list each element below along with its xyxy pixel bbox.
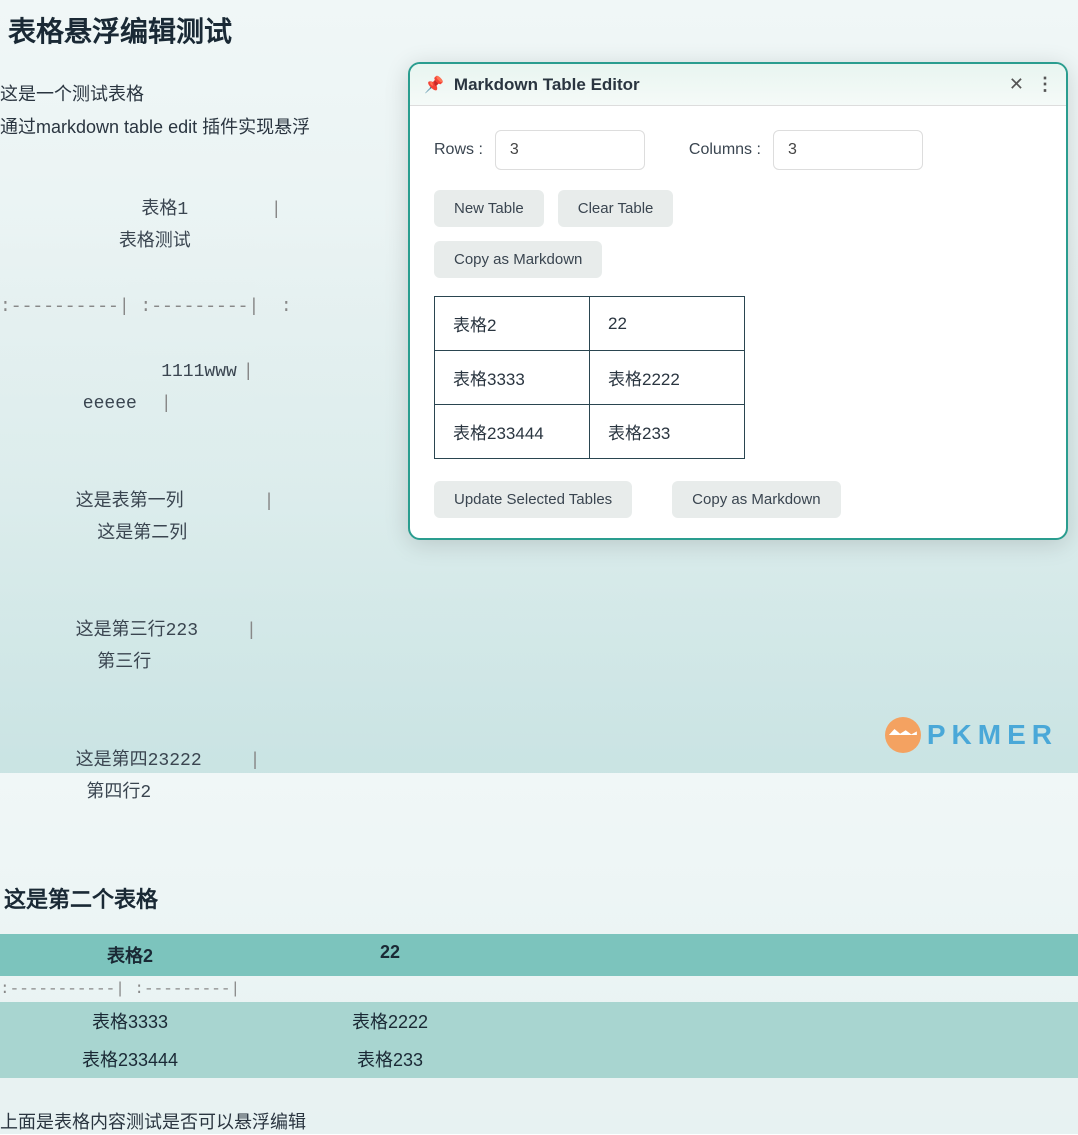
md-table1-cell: eeeee: [65, 388, 155, 420]
editor-cell[interactable]: 表格2: [435, 297, 590, 351]
pkmer-logo-icon: [885, 717, 921, 753]
pkmer-logo: PKMER: [885, 717, 1058, 753]
md-table1-cell: 这是第三行223: [76, 621, 198, 641]
footer-text: 上面是表格内容测试是否可以悬浮编辑: [0, 1108, 1078, 1134]
styled-table-cell: 表格3333: [0, 1002, 260, 1040]
md-table1-cell: 第三行: [97, 653, 151, 673]
pin-icon[interactable]: 📌: [424, 75, 444, 95]
styled-table-cell: 表格233: [260, 1040, 520, 1078]
rows-input[interactable]: [495, 130, 645, 170]
rows-label: Rows :: [434, 141, 483, 159]
markdown-table-editor-popup: 📌 Markdown Table Editor ✕ ⋮ Rows : Colum…: [408, 62, 1068, 540]
editor-table-grid[interactable]: 表格2 22 表格3333 表格2222 表格233444 表格233: [434, 296, 745, 459]
md-table1-cell: 这是第二列: [97, 524, 187, 544]
update-selected-tables-button[interactable]: Update Selected Tables: [434, 481, 632, 518]
pkmer-logo-text: PKMER: [927, 719, 1058, 751]
md-table1-header-1: 表格测试: [65, 226, 245, 258]
close-icon[interactable]: ✕: [1009, 74, 1024, 95]
page-title: 表格悬浮编辑测试: [0, 10, 1078, 50]
styled-table-separator: :-----------| :---------|: [0, 976, 1078, 1002]
md-table1-header-0: 表格1: [65, 194, 265, 226]
copy-as-markdown-button[interactable]: Copy as Markdown: [434, 241, 602, 278]
columns-label: Columns :: [689, 141, 761, 159]
second-heading: 这是第二个表格: [0, 882, 1078, 914]
editor-cell[interactable]: 表格2222: [590, 351, 745, 405]
editor-cell[interactable]: 22: [590, 297, 745, 351]
styled-table-2[interactable]: 表格2 22 :-----------| :---------| 表格3333 …: [0, 934, 1078, 1078]
popup-title: Markdown Table Editor: [454, 75, 1009, 95]
new-table-button[interactable]: New Table: [434, 190, 544, 227]
md-table1-cell: 第四行2: [86, 783, 151, 803]
editor-cell[interactable]: 表格233444: [435, 405, 590, 459]
styled-table-cell: 表格2222: [260, 1002, 520, 1040]
editor-cell[interactable]: 表格3333: [435, 351, 590, 405]
clear-table-button[interactable]: Clear Table: [558, 190, 674, 227]
more-icon[interactable]: ⋮: [1036, 74, 1052, 95]
md-table1-cell: 1111www: [65, 356, 237, 388]
copy-as-markdown-button-2[interactable]: Copy as Markdown: [672, 481, 840, 518]
styled-table-header-0: 表格2: [0, 934, 260, 976]
md-table1-cell: 这是表第一列: [76, 492, 184, 512]
popup-header[interactable]: 📌 Markdown Table Editor ✕ ⋮: [410, 64, 1066, 106]
editor-cell[interactable]: 表格233: [590, 405, 745, 459]
styled-table-header-1: 22: [260, 934, 520, 976]
styled-table-cell: 表格233444: [0, 1040, 260, 1078]
columns-input[interactable]: [773, 130, 923, 170]
md-table1-cell: 这是第四23222: [76, 751, 202, 771]
